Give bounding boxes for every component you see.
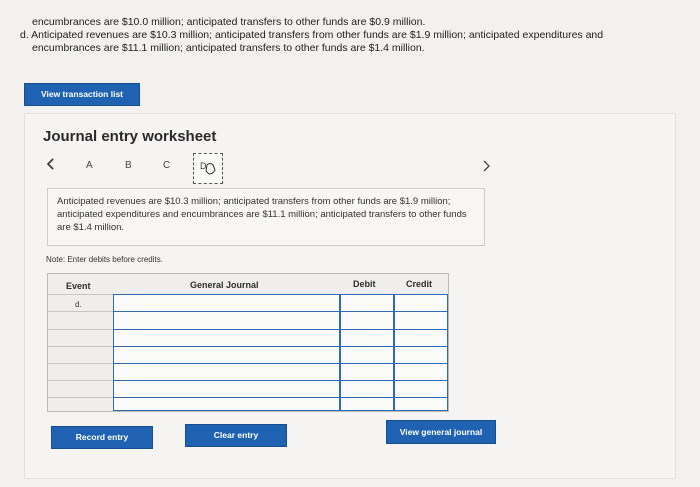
credit-input[interactable]	[394, 294, 448, 312]
account-input[interactable]	[113, 346, 340, 364]
chevron-left-icon[interactable]	[46, 158, 55, 173]
problem-line: d. Anticipated revenues are $10.3 millio…	[20, 29, 604, 41]
debit-input[interactable]	[340, 380, 394, 398]
transaction-description: Anticipated revenues are $10.3 million; …	[47, 188, 485, 246]
problem-line: encumbrances are $10.0 million; anticipa…	[32, 16, 426, 28]
tab-c[interactable]: C	[163, 160, 170, 171]
debit-input[interactable]	[340, 329, 394, 347]
credit-input[interactable]	[394, 311, 448, 330]
account-input[interactable]	[113, 294, 340, 312]
account-input[interactable]	[113, 311, 340, 330]
debit-input[interactable]	[340, 397, 394, 411]
event-label: d.	[75, 300, 82, 309]
credit-input[interactable]	[394, 363, 448, 381]
header-event: Event	[66, 281, 91, 291]
debit-input[interactable]	[340, 346, 394, 364]
debit-input[interactable]	[340, 294, 394, 312]
problem-text: encumbrances are $10.0 million; anticipa…	[20, 16, 690, 55]
chevron-right-icon[interactable]	[482, 160, 491, 175]
clear-entry-button[interactable]: Clear entry	[185, 424, 287, 447]
account-input[interactable]	[113, 380, 340, 398]
journal-entry-table: Event General Journal Debit Credit d.	[47, 273, 449, 412]
credit-input[interactable]	[394, 329, 448, 347]
tab-b[interactable]: B	[125, 160, 132, 171]
account-input[interactable]	[113, 329, 340, 347]
problem-line: encumbrances are $11.1 million; anticipa…	[32, 42, 425, 54]
view-transaction-list-button[interactable]: View transaction list	[24, 83, 140, 106]
credit-input[interactable]	[394, 346, 448, 364]
debit-input[interactable]	[340, 311, 394, 330]
tab-a[interactable]: A	[86, 160, 93, 171]
credit-input[interactable]	[394, 397, 448, 411]
note-text: Note: Enter debits before credits.	[46, 255, 163, 264]
hand-pointer-icon: D	[200, 161, 216, 175]
worksheet-title: Journal entry worksheet	[43, 128, 217, 145]
credit-input[interactable]	[394, 380, 448, 398]
view-general-journal-button[interactable]: View general journal	[386, 420, 496, 444]
record-entry-button[interactable]: Record entry	[51, 426, 153, 449]
debit-input[interactable]	[340, 363, 394, 381]
account-input[interactable]	[113, 363, 340, 381]
current-tab-d[interactable]: D	[193, 153, 223, 184]
account-input[interactable]	[113, 397, 340, 411]
